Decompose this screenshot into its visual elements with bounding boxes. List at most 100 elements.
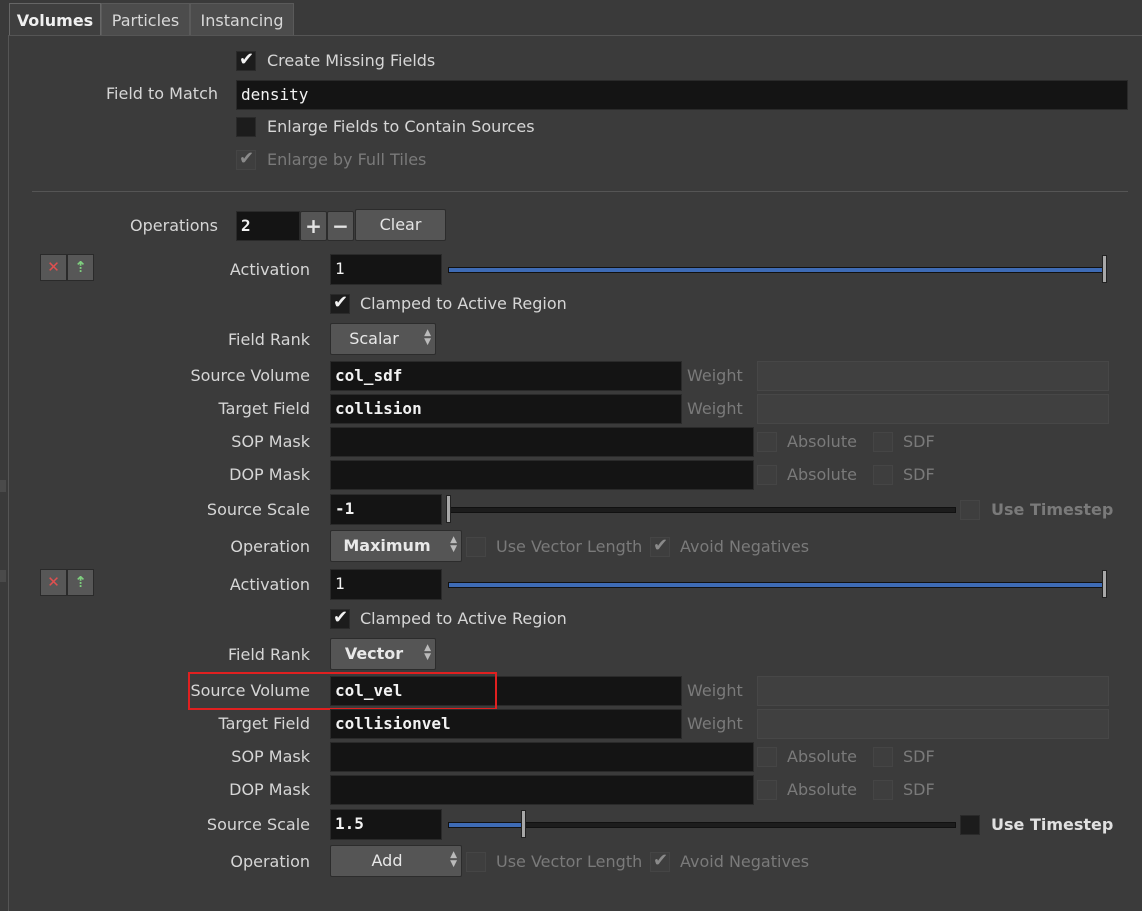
- sdf-label: SDF: [903, 780, 935, 799]
- field-rank-menu[interactable]: Vector ▲ ▼: [330, 638, 436, 670]
- checkmark-icon: ✔: [239, 49, 255, 70]
- activation-slider-handle[interactable]: [1102, 255, 1107, 283]
- target-field-input[interactable]: collision: [330, 394, 682, 424]
- updown-arrow-icon: ▲ ▼: [450, 850, 457, 869]
- target-field-label: Target Field: [218, 714, 310, 733]
- field-rank-label: Field Rank: [228, 645, 310, 664]
- create-missing-checkbox[interactable]: ✔: [236, 49, 256, 71]
- dop-sdf-checkbox[interactable]: [873, 780, 893, 800]
- sdf-label: SDF: [903, 747, 935, 766]
- operation-value: Add: [371, 851, 403, 870]
- activation-input[interactable]: 1: [330, 254, 442, 285]
- weight-input[interactable]: [757, 709, 1109, 739]
- sop-mask-input[interactable]: [330, 427, 754, 457]
- tab-instancing[interactable]: Instancing: [190, 3, 294, 36]
- sop-mask-label: SOP Mask: [231, 747, 310, 766]
- tab-volumes[interactable]: Volumes: [9, 3, 101, 36]
- sop-mask-label: SOP Mask: [231, 432, 310, 451]
- weight-input[interactable]: [757, 676, 1109, 706]
- checkmark-icon: ✔: [239, 148, 255, 169]
- use-timestep-label: Use Timestep: [991, 500, 1114, 519]
- avoid-negatives-label: Avoid Negatives: [680, 537, 810, 556]
- enlarge-full-tiles-checkbox[interactable]: ✔: [236, 148, 256, 170]
- sop-absolute-checkbox[interactable]: [757, 432, 777, 452]
- use-timestep-label: Use Timestep: [991, 815, 1114, 834]
- left-collapse-handle[interactable]: [0, 480, 6, 492]
- sdf-label: SDF: [903, 432, 935, 451]
- source-scale-slider[interactable]: [448, 507, 956, 513]
- enlarge-fields-label: Enlarge Fields to Contain Sources: [267, 117, 535, 136]
- clamped-checkbox[interactable]: ✔: [330, 607, 350, 629]
- updown-arrow-icon: ▲ ▼: [450, 535, 457, 554]
- add-operation-button[interactable]: +: [300, 211, 327, 241]
- checkmark-icon: ✔: [653, 850, 669, 871]
- use-vector-length-checkbox[interactable]: [466, 852, 486, 872]
- remove-block-icon[interactable]: ✕: [40, 254, 67, 281]
- activation-input[interactable]: 1: [330, 569, 442, 600]
- insert-block-icon[interactable]: ⇡: [67, 254, 94, 281]
- weight-input[interactable]: [757, 361, 1109, 391]
- activation-slider[interactable]: [448, 582, 1106, 588]
- source-volume-label: Source Volume: [190, 366, 310, 385]
- section-divider: [32, 191, 1128, 192]
- weight-label: Weight: [687, 399, 743, 418]
- use-timestep-checkbox[interactable]: [960, 815, 980, 835]
- checkmark-icon: ✔: [333, 292, 349, 313]
- field-to-match-input[interactable]: density: [236, 80, 1128, 110]
- weight-input[interactable]: [757, 394, 1109, 424]
- source-volume-input[interactable]: col_sdf: [330, 361, 682, 391]
- sop-sdf-checkbox[interactable]: [873, 432, 893, 452]
- dop-mask-input[interactable]: [330, 775, 754, 805]
- dop-absolute-checkbox[interactable]: [757, 780, 777, 800]
- enlarge-fields-checkbox[interactable]: [236, 117, 256, 137]
- use-vector-length-label: Use Vector Length: [496, 537, 643, 556]
- target-field-input[interactable]: collisionvel: [330, 709, 682, 739]
- clear-button[interactable]: Clear: [355, 209, 446, 241]
- clamped-label: Clamped to Active Region: [360, 294, 567, 313]
- clamped-label: Clamped to Active Region: [360, 609, 567, 628]
- source-scale-input[interactable]: 1.5: [330, 809, 442, 840]
- field-rank-menu[interactable]: Scalar ▲ ▼: [330, 323, 436, 355]
- operations-label: Operations: [130, 216, 218, 235]
- dop-mask-label: DOP Mask: [229, 780, 310, 799]
- use-vector-length-checkbox[interactable]: [466, 537, 486, 557]
- avoid-negatives-label: Avoid Negatives: [680, 852, 810, 871]
- tab-particles[interactable]: Particles: [101, 3, 190, 36]
- weight-label: Weight: [687, 366, 743, 385]
- remove-operation-button[interactable]: −: [327, 211, 354, 241]
- field-rank-value: Vector: [344, 644, 404, 663]
- absolute-label: Absolute: [787, 747, 857, 766]
- updown-arrow-icon: ▲ ▼: [424, 328, 431, 347]
- field-to-match-label: Field to Match: [106, 84, 218, 103]
- source-scale-slider-handle[interactable]: [521, 810, 526, 838]
- source-scale-slider-handle[interactable]: [446, 495, 451, 523]
- dop-absolute-checkbox[interactable]: [757, 465, 777, 485]
- activation-slider[interactable]: [448, 267, 1106, 273]
- dop-sdf-checkbox[interactable]: [873, 465, 893, 485]
- source-scale-input[interactable]: -1: [330, 494, 442, 525]
- checkmark-icon: ✔: [653, 535, 669, 556]
- checkmark-icon: ✔: [333, 607, 349, 628]
- activation-slider-handle[interactable]: [1102, 570, 1107, 598]
- left-collapse-handle-2[interactable]: [0, 570, 6, 582]
- absolute-label: Absolute: [787, 432, 857, 451]
- remove-block-icon[interactable]: ✕: [40, 569, 67, 596]
- weight-label: Weight: [687, 714, 743, 733]
- operation-menu[interactable]: Add ▲ ▼: [330, 845, 462, 877]
- sop-mask-input[interactable]: [330, 742, 754, 772]
- avoid-negatives-checkbox[interactable]: ✔: [650, 850, 670, 872]
- activation-label: Activation: [229, 260, 310, 279]
- clamped-checkbox[interactable]: ✔: [330, 292, 350, 314]
- sop-sdf-checkbox[interactable]: [873, 747, 893, 767]
- enlarge-full-tiles-label: Enlarge by Full Tiles: [267, 150, 427, 169]
- avoid-negatives-checkbox[interactable]: ✔: [650, 535, 670, 557]
- dop-mask-input[interactable]: [330, 460, 754, 490]
- sop-absolute-checkbox[interactable]: [757, 747, 777, 767]
- operation-menu[interactable]: Maximum ▲ ▼: [330, 530, 462, 562]
- operations-count-input[interactable]: 2: [236, 211, 300, 241]
- sdf-label: SDF: [903, 465, 935, 484]
- use-timestep-checkbox[interactable]: [960, 500, 980, 520]
- operation-value: Maximum: [343, 536, 431, 555]
- source-volume-highlight: [188, 672, 497, 710]
- insert-block-icon[interactable]: ⇡: [67, 569, 94, 596]
